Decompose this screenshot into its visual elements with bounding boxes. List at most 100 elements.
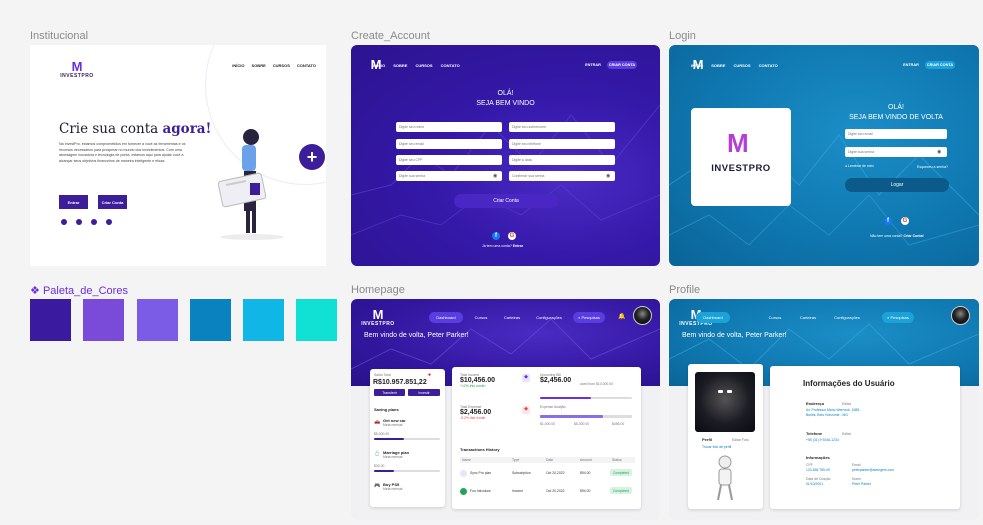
person-illustration xyxy=(217,129,284,240)
swatch-6[interactable] xyxy=(296,299,337,341)
nav-cursos[interactable]: Cursos xyxy=(762,312,788,323)
forgot-password-link[interactable]: Esqueceu a senha? xyxy=(917,165,948,169)
instagram-icon[interactable] xyxy=(76,219,82,225)
hero-title-plain: Crie sua conta xyxy=(59,121,159,137)
search-button[interactable]: ⌕ Pesquisas xyxy=(882,312,914,323)
homepage-frame[interactable]: M INVESTPRO Dashboard Cursos Carteiras C… xyxy=(351,299,660,520)
nav-dashboard[interactable]: Dashboard xyxy=(696,312,730,323)
plan-item[interactable]: 🚗 Get new car Meta mensal $5,000.00 xyxy=(374,418,442,444)
nav-inicio[interactable]: INÍCIO xyxy=(691,63,703,68)
change-photo-link[interactable]: Trocar foto de perfil xyxy=(702,445,731,449)
create-account-button[interactable]: Criar Conta xyxy=(98,195,127,209)
avatar[interactable] xyxy=(951,306,970,325)
nav-inicio[interactable]: INÍCIO xyxy=(232,63,244,68)
edit-photo-link[interactable]: Editar Foto xyxy=(732,438,749,442)
mask-eye xyxy=(718,390,723,393)
password-field[interactable]: Digite sua senha xyxy=(396,171,502,181)
password-field[interactable]: Digite sua senha xyxy=(845,147,947,157)
facebook-icon[interactable] xyxy=(61,219,67,225)
nav-cursos[interactable]: CURSOS xyxy=(415,63,432,68)
invest-button[interactable]: Investir xyxy=(408,389,440,396)
ring-icon: 💍 xyxy=(374,451,381,457)
nav-sobre[interactable]: SOBRE xyxy=(711,63,725,68)
history-header: Name Type Date Amount Status xyxy=(460,457,635,463)
swatch-1[interactable] xyxy=(30,299,71,341)
nav-cursos[interactable]: Cursos xyxy=(468,312,494,323)
nav-carteiras[interactable]: Carteiras xyxy=(498,312,526,323)
eye-icon[interactable]: ◉ xyxy=(493,173,497,179)
plan-item[interactable]: 🎮 Buy PS5 Meta mensal xyxy=(374,482,442,502)
nav-contato[interactable]: CONTATO xyxy=(441,63,460,68)
edit-phone-link[interactable]: Editar xyxy=(842,432,851,436)
google-icon[interactable]: G xyxy=(508,232,516,240)
phone-field[interactable]: Digite seu telefone xyxy=(509,139,615,149)
name-label: Nome xyxy=(852,477,862,481)
table-row[interactable]: Sync Pro plan Subscription Oct 20,2022 $… xyxy=(460,468,635,482)
nav-configuracoes[interactable]: Configurações xyxy=(827,312,867,323)
remember-me[interactable]: ● Lembrar de mim xyxy=(845,164,874,168)
frame-label-institucional: Institucional xyxy=(30,30,89,42)
nav-cursos[interactable]: CURSOS xyxy=(733,63,750,68)
tx-amount: $94.00 xyxy=(580,489,591,493)
confirm-password-field[interactable]: Confirmar sua senha xyxy=(509,171,615,181)
eye-icon[interactable]: ◉ xyxy=(606,173,610,179)
nav-configuracoes[interactable]: Configurações xyxy=(529,312,569,323)
nav-sobre[interactable]: SOBRE xyxy=(252,63,266,68)
nav-carteiras[interactable]: Carteiras xyxy=(794,312,822,323)
facebook-icon[interactable]: f xyxy=(884,217,892,225)
stat-value: $10,456.00 xyxy=(460,377,496,384)
plan-item[interactable]: 💍 Marriage plan Meta mensal $30.00 xyxy=(374,450,442,476)
create-account-nav-button[interactable]: CRIAR CONTA xyxy=(607,61,637,69)
date-field[interactable]: Digite a data xyxy=(509,155,615,165)
checkbox-icon[interactable]: ● xyxy=(845,164,847,168)
enter-button[interactable]: Entrar xyxy=(59,195,88,209)
robot-illustration xyxy=(717,455,733,501)
login-submit-button[interactable]: Logar xyxy=(845,178,949,192)
swatch-3[interactable] xyxy=(137,299,178,341)
create-account-nav-button[interactable]: CRIAR CONTA xyxy=(925,61,955,69)
first-name-field[interactable]: Digite seu nome xyxy=(396,122,502,132)
swatch-5[interactable] xyxy=(243,299,284,341)
create-account-submit-button[interactable]: Criar Conta xyxy=(454,194,558,208)
linkedin-icon[interactable] xyxy=(91,219,97,225)
search-button[interactable]: ⌕ Pesquisas xyxy=(573,312,605,323)
nav-contato[interactable]: CONTATO xyxy=(759,63,778,68)
email-field[interactable]: Digite seu email xyxy=(845,129,947,139)
analytic-value: $1,000.00 xyxy=(540,422,556,426)
cpf-field[interactable]: Digite seu CPF xyxy=(396,155,502,165)
brand-logo[interactable]: M INVESTPRO xyxy=(60,60,94,79)
nav-sobre[interactable]: SOBRE xyxy=(393,63,407,68)
edit-address-link[interactable]: Editar xyxy=(842,402,851,406)
table-row[interactable]: Fun Introduce Income Oct 20,2022 $94.00 … xyxy=(460,486,635,500)
profile-photo[interactable] xyxy=(695,372,755,432)
brand-card: M INVESTPRO xyxy=(691,108,791,206)
signup-link[interactable]: Criar Conta! xyxy=(903,234,923,238)
saving-plans-title: Saving plans xyxy=(374,407,399,412)
swatch-2[interactable] xyxy=(83,299,124,341)
brand-logo[interactable]: M INVESTPRO xyxy=(361,308,395,327)
facebook-icon[interactable]: f xyxy=(492,232,500,240)
email-field[interactable]: Digite seu email xyxy=(396,139,502,149)
sync-icon xyxy=(460,470,467,477)
plus-icon[interactable]: + xyxy=(299,144,325,170)
avatar[interactable] xyxy=(633,306,652,325)
swatch-4[interactable] xyxy=(190,299,231,341)
nav-contato[interactable]: CONTATO xyxy=(297,63,316,68)
nav-inicio[interactable]: INÍCIO xyxy=(373,63,385,68)
enter-link[interactable]: ENTRAR xyxy=(901,61,921,69)
enter-link[interactable]: ENTRAR xyxy=(583,61,603,69)
create-account-frame[interactable]: M INÍCIO SOBRE CURSOS CONTATO ENTRAR CRI… xyxy=(351,45,660,266)
phone-label: Telefone xyxy=(806,431,823,436)
bell-icon[interactable]: 🔔 xyxy=(618,313,625,320)
profile-frame[interactable]: M INVESTPRO Dashboard Cursos Carteiras C… xyxy=(669,299,979,520)
eye-icon[interactable]: ◉ xyxy=(937,149,941,155)
login-frame[interactable]: M INÍCIO SOBRE CURSOS CONTATO ENTRAR CRI… xyxy=(669,45,979,266)
institucional-frame[interactable]: M INVESTPRO INÍCIO SOBRE CURSOS CONTATO … xyxy=(30,45,326,266)
last-name-field[interactable]: Digite seu sobrenome xyxy=(509,122,615,132)
transfer-button[interactable]: Transferir xyxy=(374,389,405,396)
google-icon[interactable]: G xyxy=(901,217,909,225)
twitter-icon[interactable] xyxy=(106,219,112,225)
login-link[interactable]: Entrar xyxy=(513,244,523,248)
nav-dashboard[interactable]: Dashboard xyxy=(429,312,463,323)
nav-cursos[interactable]: CURSOS xyxy=(273,63,290,68)
